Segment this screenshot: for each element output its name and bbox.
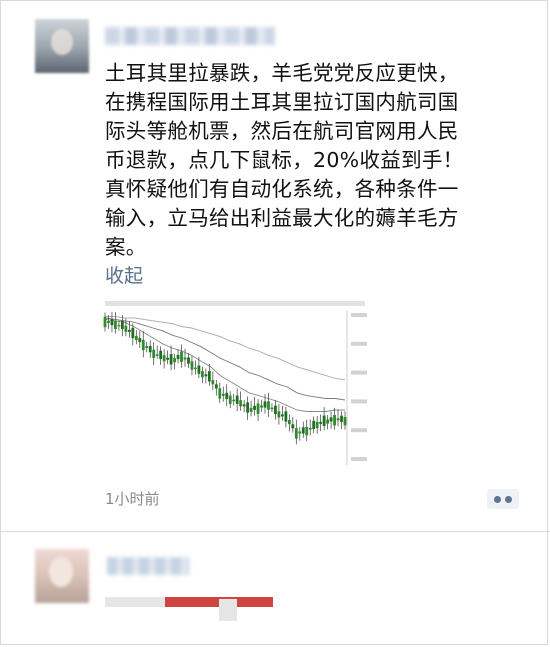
candle (326, 419, 330, 424)
candle (319, 421, 323, 424)
candle (190, 361, 194, 370)
candle (180, 351, 183, 362)
candle (148, 346, 152, 353)
candle (260, 405, 263, 408)
candle (333, 415, 336, 426)
candle (214, 384, 218, 389)
price-tick (351, 428, 367, 433)
next-author-avatar[interactable] (35, 549, 89, 603)
chart-image[interactable] (101, 297, 375, 469)
candle (141, 339, 145, 351)
candle (159, 350, 163, 359)
candle (114, 320, 117, 330)
candle (228, 395, 232, 404)
price-tick (351, 399, 367, 404)
more-actions-button[interactable] (487, 489, 519, 509)
candle (280, 414, 284, 417)
candle (305, 427, 309, 436)
candle (166, 357, 170, 360)
candle (263, 401, 267, 408)
price-tick (351, 370, 367, 375)
candle (329, 417, 333, 422)
candle (277, 411, 281, 418)
moments-feed: 土耳其里拉暴跌，羊毛党党反应更快， 在携程国际用土耳其里拉订国内航司国 际头等舱… (0, 0, 550, 645)
candle (274, 405, 277, 414)
candle (287, 420, 291, 425)
candle (249, 407, 253, 413)
price-tick (351, 457, 367, 461)
candle (253, 405, 256, 410)
candle (107, 321, 110, 324)
candle (183, 357, 187, 360)
author-name-blurred[interactable] (105, 27, 275, 45)
post-timestamp: 1小时前 (105, 490, 160, 508)
candle (298, 431, 302, 434)
candle (176, 354, 180, 360)
candle (152, 349, 156, 358)
candle (145, 346, 149, 349)
candle (232, 399, 236, 402)
next-post-link-preview[interactable] (105, 597, 273, 607)
next-post-thumbnail[interactable] (219, 599, 237, 621)
candle (242, 404, 246, 407)
candle (270, 407, 274, 410)
candle (173, 358, 176, 363)
candle (127, 329, 131, 332)
candle (291, 424, 295, 429)
collapse-link[interactable]: 收起 (105, 261, 143, 288)
candle (218, 388, 222, 399)
candle (110, 318, 114, 326)
candle (155, 354, 159, 356)
candle (308, 428, 312, 430)
candle (138, 337, 142, 343)
candle (340, 415, 343, 422)
dot-icon (494, 496, 501, 503)
ma-line-2 (104, 317, 346, 401)
price-tick (351, 313, 367, 317)
candle (194, 367, 197, 370)
candle (207, 371, 211, 382)
candle (117, 324, 121, 327)
candle (235, 395, 239, 404)
candle (246, 402, 250, 413)
candle (301, 427, 305, 434)
candle (204, 374, 208, 377)
candle (267, 401, 270, 410)
price-chart (103, 301, 367, 465)
candle (312, 420, 316, 430)
candle (294, 428, 298, 439)
candle (187, 357, 190, 364)
candle (211, 380, 215, 385)
candle (315, 421, 319, 429)
candle (225, 392, 229, 400)
divider (1, 531, 550, 532)
author-avatar[interactable] (35, 19, 89, 73)
candle (131, 327, 135, 339)
candle (200, 371, 204, 378)
candle (221, 393, 225, 396)
candle (256, 403, 260, 414)
candle (169, 354, 173, 365)
ma-line-1 (104, 318, 345, 412)
chart-header-strip (105, 301, 365, 306)
candle (336, 418, 340, 421)
candle (284, 411, 288, 422)
candle (134, 335, 138, 341)
candle (239, 400, 243, 407)
candle (343, 417, 347, 426)
candle (197, 365, 201, 374)
candle (120, 320, 124, 330)
candle (162, 355, 166, 362)
price-tick (351, 341, 367, 346)
candle (322, 415, 326, 426)
next-author-name-blurred[interactable] (107, 557, 189, 575)
post-text: 土耳其里拉暴跌，羊毛党党反应更快， 在携程国际用土耳其里拉订国内航司国 际头等舱… (105, 61, 464, 259)
dot-icon (505, 496, 512, 503)
candle (124, 325, 128, 332)
ma-line-3 (105, 315, 346, 381)
candle (103, 316, 107, 328)
